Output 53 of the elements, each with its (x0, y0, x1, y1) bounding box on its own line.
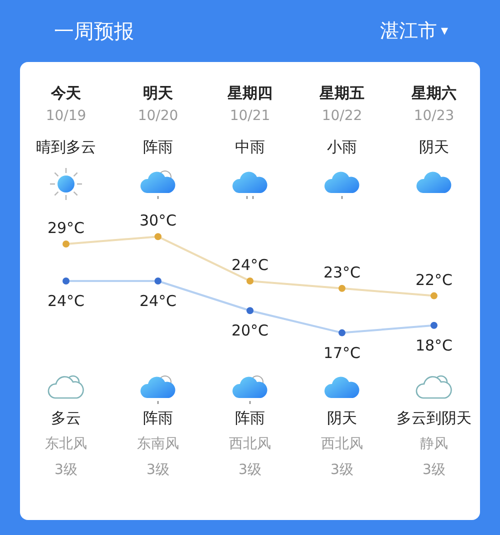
weather-label: 多云到阴天 (396, 409, 472, 429)
temperature-label: 20°C (231, 322, 269, 340)
wind-direction-label: 东南风 (137, 435, 179, 454)
temperature-point (154, 233, 162, 240)
weekday-label: 星期六 (412, 84, 456, 104)
weather-label: 小雨 (327, 138, 357, 158)
temperature-label: 24°C (47, 292, 85, 310)
temperature-point (246, 307, 254, 314)
wind-force-label: 3级 (330, 461, 354, 479)
temperature-point (338, 284, 346, 292)
weather-label: 阵雨 (143, 409, 173, 429)
temperature-label: 17°C (323, 344, 361, 362)
wind-force-label: 3级 (422, 461, 446, 479)
temperature-label: 23°C (323, 263, 361, 282)
weather-label: 阵雨 (143, 138, 173, 158)
weather-label: 多云 (51, 409, 81, 429)
temperature-label: 24°C (139, 292, 177, 310)
weather-label: 阴天 (327, 409, 357, 429)
temperature-label: 18°C (415, 336, 453, 354)
weekday-label: 明天 (143, 84, 173, 104)
temperature-label: 30°C (139, 212, 177, 230)
page-title: 一周预报 (54, 18, 134, 44)
caret-icon[interactable]: ▾ (440, 23, 448, 39)
temperature-point (430, 292, 438, 300)
city-selector[interactable]: 湛江市 (380, 18, 437, 44)
date-label: 10/21 (230, 108, 270, 126)
weather-label: 阵雨 (235, 409, 265, 429)
weather-label: 晴到多云 (36, 138, 96, 158)
weather-label: 中雨 (235, 138, 265, 158)
temperature-label: 24°C (231, 256, 269, 274)
weekday-label: 星期五 (320, 84, 364, 104)
temperature-label: 22°C (415, 270, 453, 289)
temperature-point (338, 329, 346, 336)
weekday-label: 今天 (51, 84, 81, 104)
temperature-point (62, 278, 70, 284)
wind-direction-label: 东北风 (45, 435, 87, 454)
temperature-point (154, 278, 162, 284)
date-label: 10/23 (414, 108, 454, 126)
temperature-label: 29°C (47, 219, 85, 237)
wind-direction-label: 西北风 (321, 435, 363, 454)
date-label: 10/19 (46, 108, 86, 126)
temperature-point (62, 240, 70, 248)
weather-label: 阴天 (419, 138, 449, 158)
wind-direction-label: 西北风 (229, 435, 271, 454)
wind-direction-label: 静风 (420, 435, 448, 454)
date-label: 10/22 (322, 108, 362, 126)
weekday-label: 星期四 (228, 84, 272, 104)
wind-force-label: 3级 (146, 461, 170, 479)
wind-force-label: 3级 (54, 461, 78, 479)
temperature-point (430, 322, 438, 329)
temperature-point (246, 278, 254, 284)
wind-force-label: 3级 (238, 461, 262, 479)
date-label: 10/20 (138, 108, 178, 126)
